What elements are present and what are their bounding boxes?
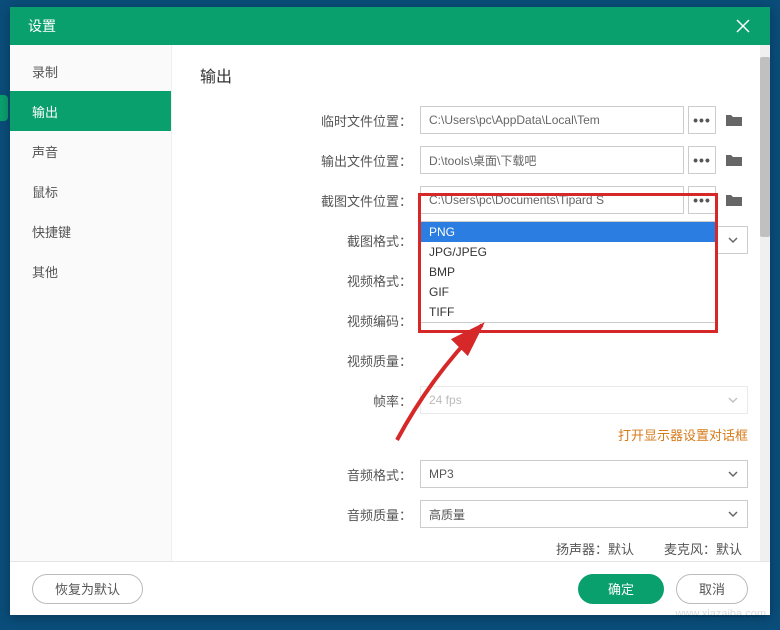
close-icon	[736, 19, 750, 33]
folder-icon	[725, 113, 743, 127]
folder-icon	[725, 193, 743, 207]
dropdown-item-png[interactable]: PNG	[421, 222, 715, 242]
titlebar: 设置	[10, 7, 770, 45]
sidebar-item-mouse[interactable]: 鼠标	[10, 171, 171, 211]
select-audio-quality[interactable]: 高质量	[420, 500, 748, 528]
chevron-down-icon	[727, 468, 739, 480]
label-video-quality: 视频质量：	[200, 351, 420, 370]
select-value: 高质量	[429, 506, 465, 523]
input-output-path[interactable]: D:\tools\桌面\下载吧	[420, 146, 684, 174]
watermark: www.xiazaiba.com	[676, 608, 766, 620]
sidebar: 录制 输出 声音 鼠标 快捷键 其他	[10, 45, 172, 561]
dropdown-item-tiff[interactable]: TIFF	[421, 302, 715, 322]
select-value: 24 fps	[429, 393, 462, 407]
chevron-down-icon	[727, 234, 739, 246]
sidebar-item-hotkey[interactable]: 快捷键	[10, 211, 171, 251]
row-screenshot-path: 截图文件位置： C:\Users\pc\Documents\Tipard S •…	[200, 185, 748, 215]
settings-window: 设置 录制 输出 声音 鼠标 快捷键 其他 输出 临时文件位置： C:\User…	[10, 7, 770, 615]
speaker-row: 扬声器：默认 麦克风：默认	[200, 539, 748, 558]
ok-button[interactable]: 确定	[578, 574, 664, 604]
label-fps: 帧率：	[200, 391, 420, 410]
open-temp-folder-button[interactable]	[720, 106, 748, 134]
sidebar-item-record[interactable]: 录制	[10, 51, 171, 91]
chevron-down-icon	[727, 508, 739, 520]
sidebar-item-other[interactable]: 其他	[10, 251, 171, 291]
label-video-codec: 视频编码：	[200, 311, 420, 330]
browse-temp-button[interactable]: •••	[688, 106, 716, 134]
select-audio-format[interactable]: MP3	[420, 460, 748, 488]
restore-defaults-button[interactable]: 恢复为默认	[32, 574, 143, 604]
dropdown-item-bmp[interactable]: BMP	[421, 262, 715, 282]
scrollbar-thumb[interactable]	[760, 57, 770, 237]
section-title-output: 输出	[200, 63, 748, 87]
row-output-path: 输出文件位置： D:\tools\桌面\下载吧 •••	[200, 145, 748, 175]
window-title: 设置	[28, 16, 56, 36]
sidebar-item-output[interactable]: 输出	[10, 91, 171, 131]
label-audio-quality: 音频质量：	[200, 505, 420, 524]
row-video-quality: 视频质量：	[200, 345, 748, 375]
dropdown-item-gif[interactable]: GIF	[421, 282, 715, 302]
label-output-path: 输出文件位置：	[200, 151, 420, 170]
row-audio-format: 音频格式： MP3	[200, 459, 748, 489]
open-screenshot-folder-button[interactable]	[720, 186, 748, 214]
input-temp-path[interactable]: C:\Users\pc\AppData\Local\Tem	[420, 106, 684, 134]
mic-label: 麦克风：默认	[664, 539, 742, 558]
external-tab-indicator	[0, 95, 8, 121]
row-temp-path: 临时文件位置： C:\Users\pc\AppData\Local\Tem ••…	[200, 105, 748, 135]
content-pane: 输出 临时文件位置： C:\Users\pc\AppData\Local\Tem…	[172, 45, 770, 561]
display-link-row: 打开显示器设置对话框	[200, 425, 748, 445]
footer-right: 确定 取消	[578, 574, 748, 604]
label-screenshot-format: 截图格式：	[200, 231, 420, 250]
select-value: MP3	[429, 467, 454, 481]
input-screenshot-path[interactable]: C:\Users\pc\Documents\Tipard S	[420, 186, 684, 214]
close-button[interactable]	[728, 11, 758, 41]
browse-output-button[interactable]: •••	[688, 146, 716, 174]
open-output-folder-button[interactable]	[720, 146, 748, 174]
screenshot-format-dropdown[interactable]: PNG JPG/JPEG BMP GIF TIFF	[420, 221, 716, 323]
dropdown-item-jpg[interactable]: JPG/JPEG	[421, 242, 715, 262]
cancel-button[interactable]: 取消	[676, 574, 748, 604]
label-video-format: 视频格式：	[200, 271, 420, 290]
label-audio-format: 音频格式：	[200, 465, 420, 484]
window-body: 录制 输出 声音 鼠标 快捷键 其他 输出 临时文件位置： C:\Users\p…	[10, 45, 770, 561]
browse-screenshot-button[interactable]: •••	[688, 186, 716, 214]
footer: 恢复为默认 确定 取消	[10, 561, 770, 615]
folder-icon	[725, 153, 743, 167]
row-fps: 帧率： 24 fps	[200, 385, 748, 415]
speaker-label: 扬声器：默认	[556, 539, 634, 558]
open-display-settings-link[interactable]: 打开显示器设置对话框	[618, 428, 748, 443]
sidebar-item-sound[interactable]: 声音	[10, 131, 171, 171]
select-fps[interactable]: 24 fps	[420, 386, 748, 414]
label-temp-path: 临时文件位置：	[200, 111, 420, 130]
chevron-down-icon	[727, 394, 739, 406]
row-audio-quality: 音频质量： 高质量	[200, 499, 748, 529]
label-screenshot-path: 截图文件位置：	[200, 191, 420, 210]
